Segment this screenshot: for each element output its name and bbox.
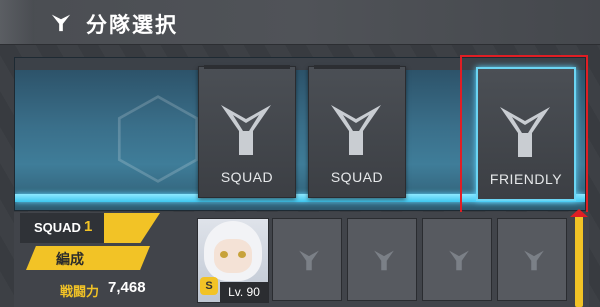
member-slot-empty[interactable] xyxy=(422,218,492,301)
edit-formation-label[interactable]: 編成 xyxy=(56,249,84,269)
edit-formation-button[interactable] xyxy=(26,246,150,270)
squad-number: 1 xyxy=(84,218,93,235)
squad-card-1[interactable]: SQUAD xyxy=(198,65,296,198)
member-slot-empty[interactable] xyxy=(497,218,567,301)
card-top-bar xyxy=(314,65,400,69)
page-title: 分隊選択 xyxy=(86,14,178,37)
squad-card-2[interactable]: SQUAD xyxy=(308,65,406,198)
rank-badge-icon: S xyxy=(200,277,218,295)
squad-emblem-icon xyxy=(299,250,319,271)
header-bar: 分隊選択 xyxy=(0,0,600,45)
member-slot-empty[interactable] xyxy=(347,218,417,301)
squad-emblem-icon xyxy=(331,105,381,155)
card-top-bar xyxy=(204,65,290,69)
squad-emblem-icon xyxy=(51,14,71,32)
squad-select-screen: 分隊選択 SQUAD SQUAD FRIENDLY SQUAD 1 編成 戦闘力… xyxy=(0,0,600,307)
squad-label: SQUAD xyxy=(34,220,81,235)
squad-emblem-icon xyxy=(221,105,271,155)
hex-pattern-decoration xyxy=(117,95,199,183)
header-accent xyxy=(0,0,34,44)
character-eye xyxy=(238,251,246,258)
scrollbar[interactable] xyxy=(575,213,583,307)
selection-highlight-box xyxy=(460,55,588,214)
squad-emblem-icon xyxy=(449,250,469,271)
squad-emblem-icon xyxy=(374,250,394,271)
combat-power-value: 7,468 xyxy=(108,279,146,296)
squad-card-label: SQUAD xyxy=(330,169,384,185)
member-slot-1[interactable]: S Lv. 90 xyxy=(197,218,269,303)
squad-card-label: SQUAD xyxy=(220,169,274,185)
member-slot-empty[interactable] xyxy=(272,218,342,301)
squad-emblem-icon xyxy=(524,250,544,271)
member-level: Lv. 90 xyxy=(220,282,268,302)
combat-power-label: 戦闘力 xyxy=(60,284,100,299)
character-eye xyxy=(220,251,228,258)
